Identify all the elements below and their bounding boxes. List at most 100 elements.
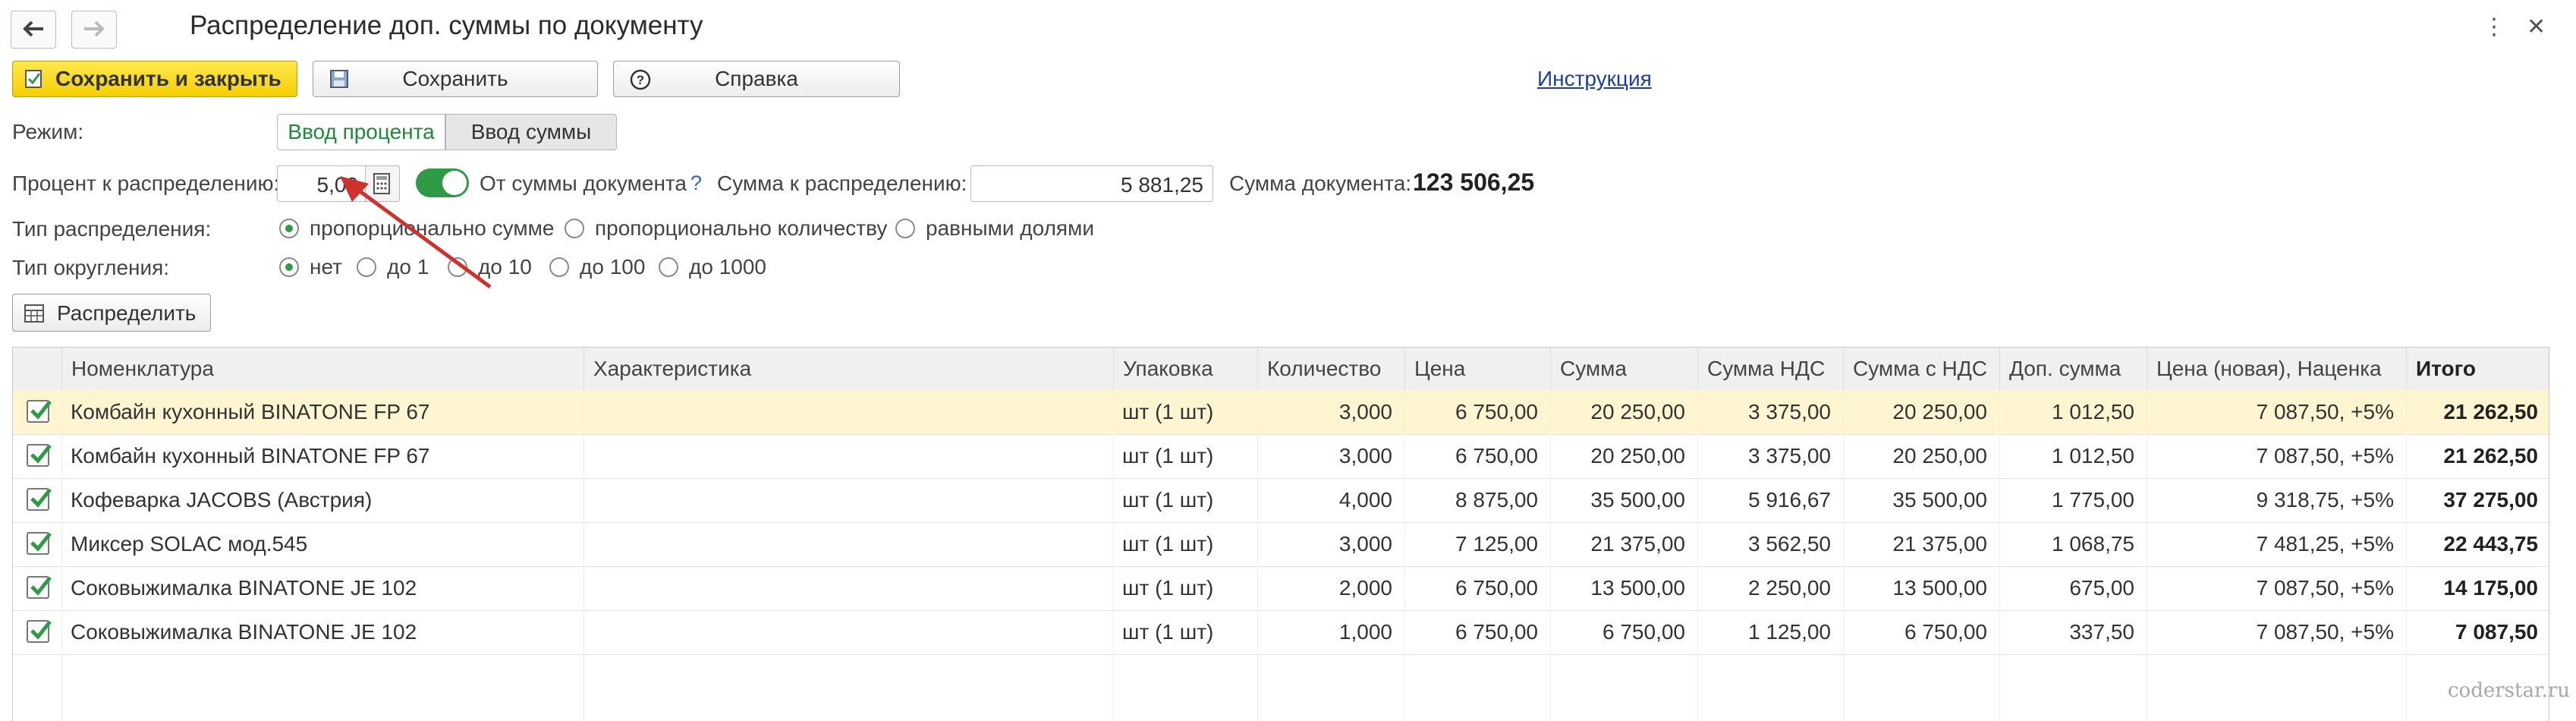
sum-label: Сумма к распределению: [717, 172, 967, 195]
cell-total: 22 443,75 [2443, 532, 2538, 556]
cell-quantity: 4,000 [1338, 488, 1392, 512]
cell-sum-with-vat: 6 750,00 [1904, 620, 1987, 644]
checkmark-icon [30, 620, 52, 640]
cell-nomenclature: Кофеварка JACOBS (Австрия) [71, 488, 373, 512]
cell-nomenclature: Комбайн кухонный BINATONE FP 67 [71, 444, 430, 468]
annotation-arrow [340, 176, 492, 289]
sum-input[interactable]: 5 881,25 [970, 165, 1213, 202]
column-divider [583, 390, 584, 721]
column-header-package[interactable]: Упаковка [1113, 348, 1257, 390]
cell-sum: 6 750,00 [1603, 620, 1685, 644]
instruction-link[interactable]: Инструкция [1537, 67, 1652, 91]
column-header-check[interactable] [13, 348, 61, 390]
cell-sum-with-vat: 21 375,00 [1892, 532, 1987, 556]
save-and-close-button[interactable]: Сохранить и закрыть [12, 61, 297, 97]
cell-extra-sum: 337,50 [2069, 620, 2134, 644]
help-label: Справка [715, 67, 798, 90]
percent-label: Процент к распределению: [12, 172, 280, 195]
cell-nomenclature: Миксер SOLAC мод.545 [71, 532, 308, 556]
cell-nomenclature: Комбайн кухонный BINATONE FP 67 [71, 400, 430, 423]
cell-sum-with-vat: 13 500,00 [1892, 576, 1987, 600]
dist-type-equal[interactable]: равными долями [895, 216, 1094, 241]
cell-price: 6 750,00 [1455, 444, 1538, 468]
column-header-extra-sum[interactable]: Доп. сумма [1999, 348, 2147, 390]
column-header-total[interactable]: Итого [2406, 348, 2549, 390]
table-row[interactable]: Миксер SOLAC мод.545 шт (1 шт) 3,000 7 125,… [13, 522, 2549, 567]
column-divider [1404, 390, 1405, 721]
rounding-label: Тип округления: [12, 256, 170, 279]
rounding-100[interactable]: до 100 [549, 255, 645, 279]
cell-quantity: 1,000 [1338, 620, 1392, 644]
save-button[interactable]: Сохранить [313, 61, 598, 97]
column-header-sum[interactable]: Сумма [1550, 348, 1697, 390]
table-row[interactable]: Комбайн кухонный BINATONE FP 67 шт (1 шт)… [13, 434, 2549, 479]
dist-type-by-qty-label: пропорционально количеству [595, 216, 888, 240]
forward-button[interactable] [71, 11, 117, 49]
column-header-sum-with-vat[interactable]: Сумма с НДС [1843, 348, 1999, 390]
cell-sum: 35 500,00 [1590, 488, 1685, 512]
dist-type-equal-label: равными долями [926, 216, 1094, 240]
column-divider [1999, 390, 2000, 721]
column-header-vat[interactable]: Сумма НДС [1697, 348, 1843, 390]
cell-characteristic [583, 434, 1113, 478]
cell-package: шт (1 шт) [1122, 620, 1214, 644]
cell-sum-with-vat: 20 250,00 [1892, 400, 1987, 423]
cell-total: 21 262,50 [2443, 400, 2538, 423]
help-button[interactable]: ? Справка [613, 61, 900, 97]
row-checkbox[interactable] [27, 532, 52, 555]
row-checkbox[interactable] [27, 400, 52, 423]
more-vertical-icon[interactable]: ⋮ [2483, 14, 2505, 40]
table-row[interactable]: Соковыжималка BINATONE JE 102 шт (1 шт) 2,… [13, 566, 2549, 611]
dist-type-by-qty[interactable]: пропорционально количеству [565, 216, 887, 241]
doc-sum-label: Сумма документа: [1229, 172, 1412, 195]
rounding-none[interactable]: нет [279, 255, 342, 279]
row-checkbox[interactable] [27, 576, 52, 599]
cell-vat: 1 125,00 [1748, 620, 1831, 644]
sum-value: 5 881,25 [1121, 173, 1203, 197]
radio-circle [659, 257, 678, 277]
cell-package: шт (1 шт) [1122, 444, 1214, 468]
cell-quantity: 3,000 [1338, 532, 1392, 556]
distribute-button[interactable]: Распределить [12, 294, 211, 332]
watermark: coderstar.ru [2448, 679, 2570, 702]
rounding-1000[interactable]: до 1000 [659, 255, 766, 279]
cell-new-price: 7 087,50, +5% [2256, 576, 2394, 600]
cell-price: 6 750,00 [1455, 400, 1538, 423]
mode-percent-tab[interactable]: Ввод процента [277, 114, 445, 150]
checkmark-icon [30, 532, 52, 552]
row-checkbox[interactable] [27, 620, 52, 643]
column-header-nomenclature[interactable]: Номенклатура [61, 348, 583, 390]
table-row[interactable]: Кофеварка JACOBS (Австрия) шт (1 шт) 4,000… [13, 478, 2549, 523]
table-row[interactable]: Комбайн кухонный BINATONE FP 67 шт (1 шт)… [13, 390, 2549, 435]
column-divider [2406, 390, 2407, 721]
cell-total: 14 175,00 [2443, 576, 2538, 600]
column-header-new-price[interactable]: Цена (новая), Наценка [2147, 348, 2406, 390]
table-grid-icon [24, 304, 44, 323]
column-header-price[interactable]: Цена [1404, 348, 1550, 390]
help-question-mark[interactable]: ? [690, 172, 702, 195]
cell-total: 21 262,50 [2443, 444, 2538, 468]
row-checkbox[interactable] [27, 444, 52, 467]
close-icon[interactable]: ✕ [2527, 14, 2546, 40]
floppy-disk-icon [330, 70, 348, 88]
column-divider [1843, 390, 1844, 721]
column-divider [1257, 390, 1258, 721]
cell-nomenclature: Соковыжималка BINATONE JE 102 [71, 576, 417, 600]
column-header-quantity[interactable]: Количество [1257, 348, 1404, 390]
checkmark-icon [30, 576, 52, 596]
items-table[interactable]: Номенклатура Характеристика Упаковка Кол… [12, 347, 2549, 721]
cell-package: шт (1 шт) [1122, 488, 1214, 512]
cell-new-price: 7 087,50, +5% [2256, 444, 2394, 468]
cell-vat: 5 916,67 [1748, 488, 1831, 512]
row-checkbox[interactable] [27, 488, 52, 511]
cell-new-price: 7 087,50, +5% [2256, 400, 2394, 423]
question-circle-icon: ? [630, 69, 651, 90]
radio-circle [279, 219, 299, 238]
cell-extra-sum: 1 068,75 [2052, 532, 2134, 556]
back-button[interactable] [11, 11, 56, 49]
cell-sum: 20 250,00 [1590, 444, 1685, 468]
column-header-characteristic[interactable]: Характеристика [583, 348, 1113, 390]
table-row[interactable]: Соковыжималка BINATONE JE 102 шт (1 шт) 1,… [13, 610, 2549, 655]
mode-sum-tab[interactable]: Ввод суммы [445, 114, 617, 150]
cell-package: шт (1 шт) [1122, 532, 1214, 556]
